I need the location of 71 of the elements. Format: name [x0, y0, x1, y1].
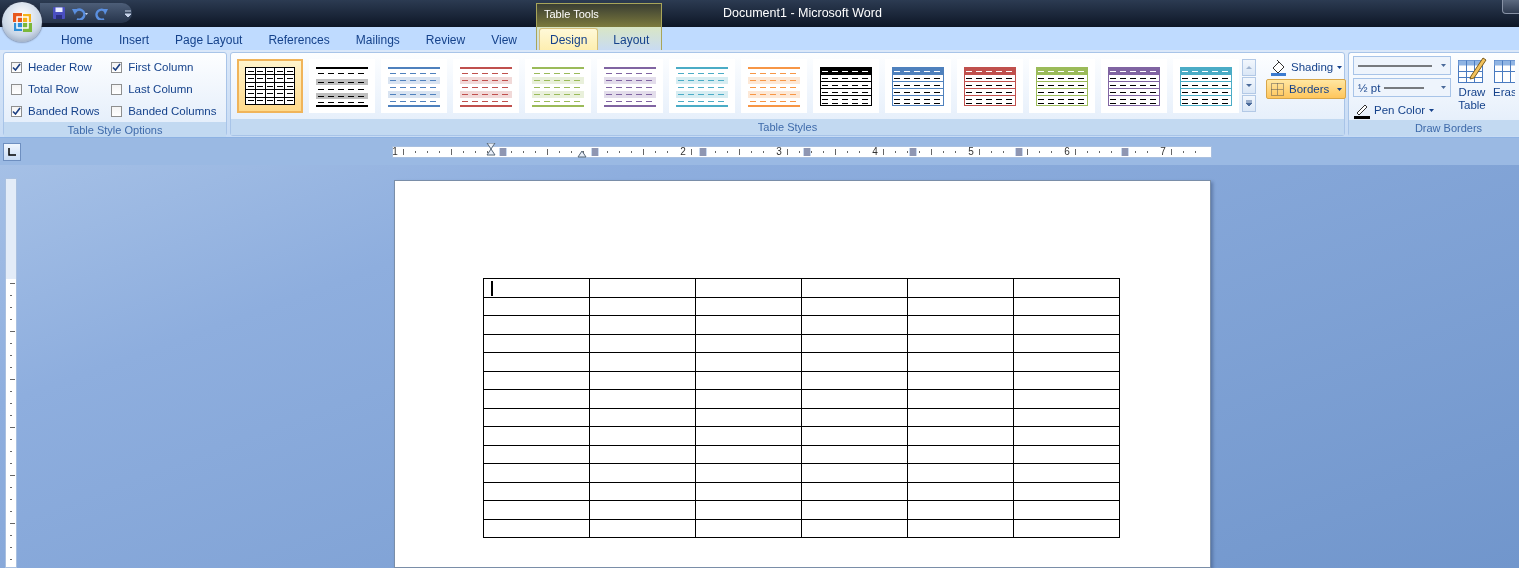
ribbon-tab[interactable]: Layout: [602, 28, 661, 50]
left-tab-icon: [7, 147, 17, 156]
group-label: Draw Borders: [1349, 120, 1519, 136]
ribbon-tab[interactable]: Design: [538, 28, 599, 50]
down-arrow-icon: [1245, 82, 1253, 89]
checkbox-option[interactable]: Banded Columns: [111, 100, 220, 122]
line-weight-dropdown[interactable]: ½ pt: [1353, 78, 1451, 97]
redo-icon[interactable]: [94, 6, 109, 20]
ruler-number: 6: [1064, 145, 1070, 157]
ribbon-tab[interactable]: References: [257, 28, 341, 50]
dropdown-arrow-icon: [1337, 87, 1343, 91]
draw-table-button[interactable]: Draw Table: [1457, 56, 1487, 120]
checkbox-option[interactable]: Total Row: [11, 78, 104, 100]
pen-color-button[interactable]: Pen Color: [1353, 100, 1451, 120]
save-icon[interactable]: [52, 6, 66, 20]
column-marker-icon[interactable]: [803, 147, 811, 156]
checkbox-option[interactable]: Header Row: [11, 56, 104, 78]
scroll-down-button[interactable]: [1242, 77, 1256, 94]
dropdown-arrow-icon: [1441, 64, 1446, 67]
dropdown-arrow-icon: [1337, 65, 1343, 69]
checkbox[interactable]: [111, 105, 123, 117]
table-pencil-icon: [1457, 56, 1487, 86]
ribbon-tab[interactable]: View: [480, 28, 528, 50]
checkbox-option[interactable]: Banded Rows: [11, 100, 104, 122]
borders-button[interactable]: Borders: [1266, 79, 1347, 99]
ribbon-tab[interactable]: Insert: [108, 28, 161, 50]
customize-menu-icon[interactable]: [124, 8, 132, 18]
dropdown-arrow-icon: [1429, 108, 1435, 112]
group-label: Table Styles: [231, 119, 1344, 135]
column-marker-icon[interactable]: [1015, 147, 1023, 156]
checkbox[interactable]: [111, 61, 123, 73]
contextual-tab-label: Table Tools: [536, 3, 662, 27]
ruler-number: 1: [392, 145, 398, 157]
undo-icon[interactable]: [71, 6, 89, 20]
ribbon-tab[interactable]: Page Layout: [164, 28, 254, 50]
expand-arrow-icon: [1245, 100, 1253, 107]
checkbox-option[interactable]: First Column: [111, 56, 220, 78]
ruler-number: 5: [968, 145, 974, 157]
column-marker-icon[interactable]: [699, 147, 707, 156]
up-arrow-icon: [1245, 64, 1253, 71]
ruler-number: 3: [776, 145, 782, 157]
horizontal-ruler[interactable]: 1 2 3 4 5 6 7: [392, 145, 1212, 158]
tab-stop-selector[interactable]: [3, 142, 21, 161]
office-logo-icon: [10, 10, 34, 34]
column-marker-icon[interactable]: [499, 147, 507, 156]
window-title: Document1 - Microsoft Word: [723, 6, 882, 20]
ribbon-tab[interactable]: Home: [50, 28, 104, 50]
ribbon-tab[interactable]: Mailings: [344, 28, 411, 50]
checkbox[interactable]: [11, 83, 22, 95]
paint-bucket-icon: [1270, 58, 1287, 76]
ribbon-tab[interactable]: Review: [414, 28, 477, 50]
ruler-number: 7: [1160, 145, 1166, 157]
column-marker-icon[interactable]: [1121, 147, 1129, 156]
group-label: Table Style Options: [4, 122, 226, 137]
solid-line-icon: [1358, 62, 1432, 69]
checkbox[interactable]: [111, 83, 123, 95]
checkbox-option[interactable]: Last Column: [111, 78, 220, 100]
checkbox[interactable]: [11, 105, 22, 117]
ruler-number: 4: [872, 145, 878, 157]
shading-button[interactable]: Shading: [1266, 57, 1347, 77]
column-marker-icon[interactable]: [909, 147, 917, 156]
dropdown-arrow-icon: [1441, 86, 1446, 89]
right-indent-icon[interactable]: [577, 149, 587, 158]
checkbox[interactable]: [11, 61, 22, 73]
borders-icon: [1270, 81, 1285, 97]
solid-line-icon: [1384, 84, 1425, 91]
column-marker-icon[interactable]: [591, 147, 599, 156]
more-styles-button[interactable]: [1242, 95, 1256, 112]
line-style-dropdown[interactable]: [1353, 56, 1451, 75]
window-control-button[interactable]: [1502, 0, 1519, 14]
ruler-number: 2: [680, 145, 686, 157]
